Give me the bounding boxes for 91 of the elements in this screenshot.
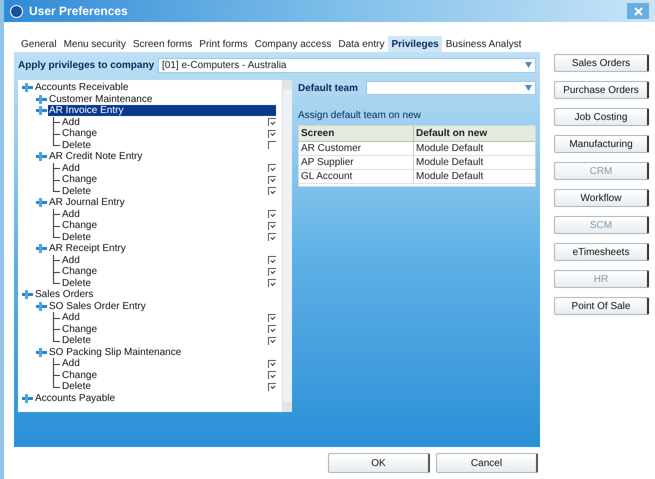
checkbox[interactable] [268,233,276,242]
table-cell-text: Module Default [415,142,484,155]
tree-item[interactable]: AR Invoice Entry [48,105,276,116]
tree-item[interactable]: Add [61,116,81,128]
tab[interactable]: Print forms [196,36,251,52]
tab[interactable]: General [18,36,60,52]
checkbox[interactable] [268,360,276,368]
checkbox[interactable] [268,164,276,172]
checkbox[interactable] [268,256,276,264]
module-button[interactable]: eTimesheets [554,243,649,261]
tree-item[interactable]: Delete [61,335,92,346]
checkbox[interactable] [268,118,276,126]
tree-node-icon[interactable] [22,83,33,92]
checkbox[interactable] [268,382,276,391]
module-button[interactable]: Point Of Sale [554,297,649,315]
checkbox[interactable] [268,371,276,380]
tree-item[interactable]: Change [61,324,98,335]
tab[interactable]: Company access [252,36,334,52]
module-button[interactable]: Purchase Orders [554,81,649,99]
tree-item[interactable]: Delete [61,278,92,289]
default-team-label: Default team [298,82,360,96]
tree-item[interactable]: AR Receipt Entry [48,243,127,254]
tab[interactable]: Privileges [388,36,442,52]
tree-item[interactable]: Sales Orders [34,289,94,300]
checkbox[interactable] [268,268,276,276]
checkbox[interactable] [268,187,276,196]
tree-item[interactable]: SO Packing Slip Maintenance [48,346,182,358]
checkbox[interactable] [268,314,276,322]
tree-node-icon[interactable] [36,348,47,357]
tree-item[interactable]: Change [61,370,98,381]
checkbox[interactable] [268,210,276,218]
company-dropdown[interactable]: [01] e-Computers - Australia [158,58,536,72]
tree-item[interactable]: Delete [61,140,92,151]
table-cell: GL Account [299,170,414,183]
close-icon [634,6,642,16]
tree-item[interactable]: Customer Maintenance [48,94,154,105]
table-cell-text: Module Default [415,156,484,169]
module-button[interactable]: Workflow [554,189,649,207]
scrollbar[interactable] [282,80,292,412]
dialog-button[interactable]: Cancel [436,453,538,473]
tree-item[interactable]: Change [61,266,98,278]
tab[interactable]: Business Analyst [442,36,524,52]
assign-title: Assign default team on new [298,109,422,123]
caret-icon [525,85,532,91]
tree-node-icon[interactable] [36,152,47,162]
app-icon [10,4,23,18]
table-cell: AP Supplier [299,156,414,169]
column-header[interactable]: Default on new [414,126,535,141]
checkbox[interactable] [268,325,276,334]
tree-item[interactable]: Change [61,220,98,232]
checkbox[interactable] [268,336,276,345]
checkbox[interactable] [268,130,276,138]
tree-node-icon[interactable] [36,198,47,208]
caret-icon [525,62,532,68]
tree-node-icon[interactable] [36,302,47,311]
tree-item[interactable]: Delete [61,232,92,243]
tab[interactable]: Data entry [335,36,388,52]
checkbox[interactable] [268,176,276,184]
table-cell: AR Customer [299,142,414,155]
tab[interactable]: Screen forms [130,36,196,52]
tree-item[interactable]: Change [61,128,98,140]
tree-item[interactable]: SO Sales Order Entry [48,300,147,312]
tree-node-icon[interactable] [36,94,47,104]
tree-item[interactable]: Change [61,174,98,186]
table-cell-text: Module Default [415,170,484,183]
tree-item[interactable]: Add [61,254,81,266]
column-header[interactable]: Screen [299,126,414,141]
tree-item[interactable]: AR Credit Note Entry [48,151,144,162]
module-button[interactable]: Sales Orders [554,54,649,72]
tree-item[interactable]: Accounts Payable [34,392,116,404]
tree-item[interactable]: Add [61,312,81,324]
dialog-button[interactable]: OK [328,453,430,473]
module-button[interactable]: Job Costing [554,108,649,126]
tree-item[interactable]: Delete [61,381,92,392]
tree-item[interactable]: Accounts Receivable [34,82,130,94]
dropdown-value: [01] e-Computers - Australia [162,58,286,72]
tab[interactable]: Menu security [60,36,129,52]
tree-item[interactable]: AR Journal Entry [48,197,126,208]
company-label: Apply privileges to company [18,58,156,72]
window-title: User Preferences [29,3,128,20]
tree-item[interactable]: Add [61,208,81,220]
tree-item[interactable]: Delete [61,186,92,197]
checkbox[interactable] [268,279,276,288]
tree-item[interactable]: Add [61,358,81,370]
tree-node-icon[interactable] [22,290,33,300]
tree-node-icon[interactable] [36,106,47,116]
tree-node-icon[interactable] [36,244,47,254]
tree-node-icon[interactable] [22,394,33,403]
checkbox[interactable] [268,222,276,230]
tree-item[interactable]: Add [61,162,81,174]
module-button[interactable]: Manufacturing [554,135,649,153]
